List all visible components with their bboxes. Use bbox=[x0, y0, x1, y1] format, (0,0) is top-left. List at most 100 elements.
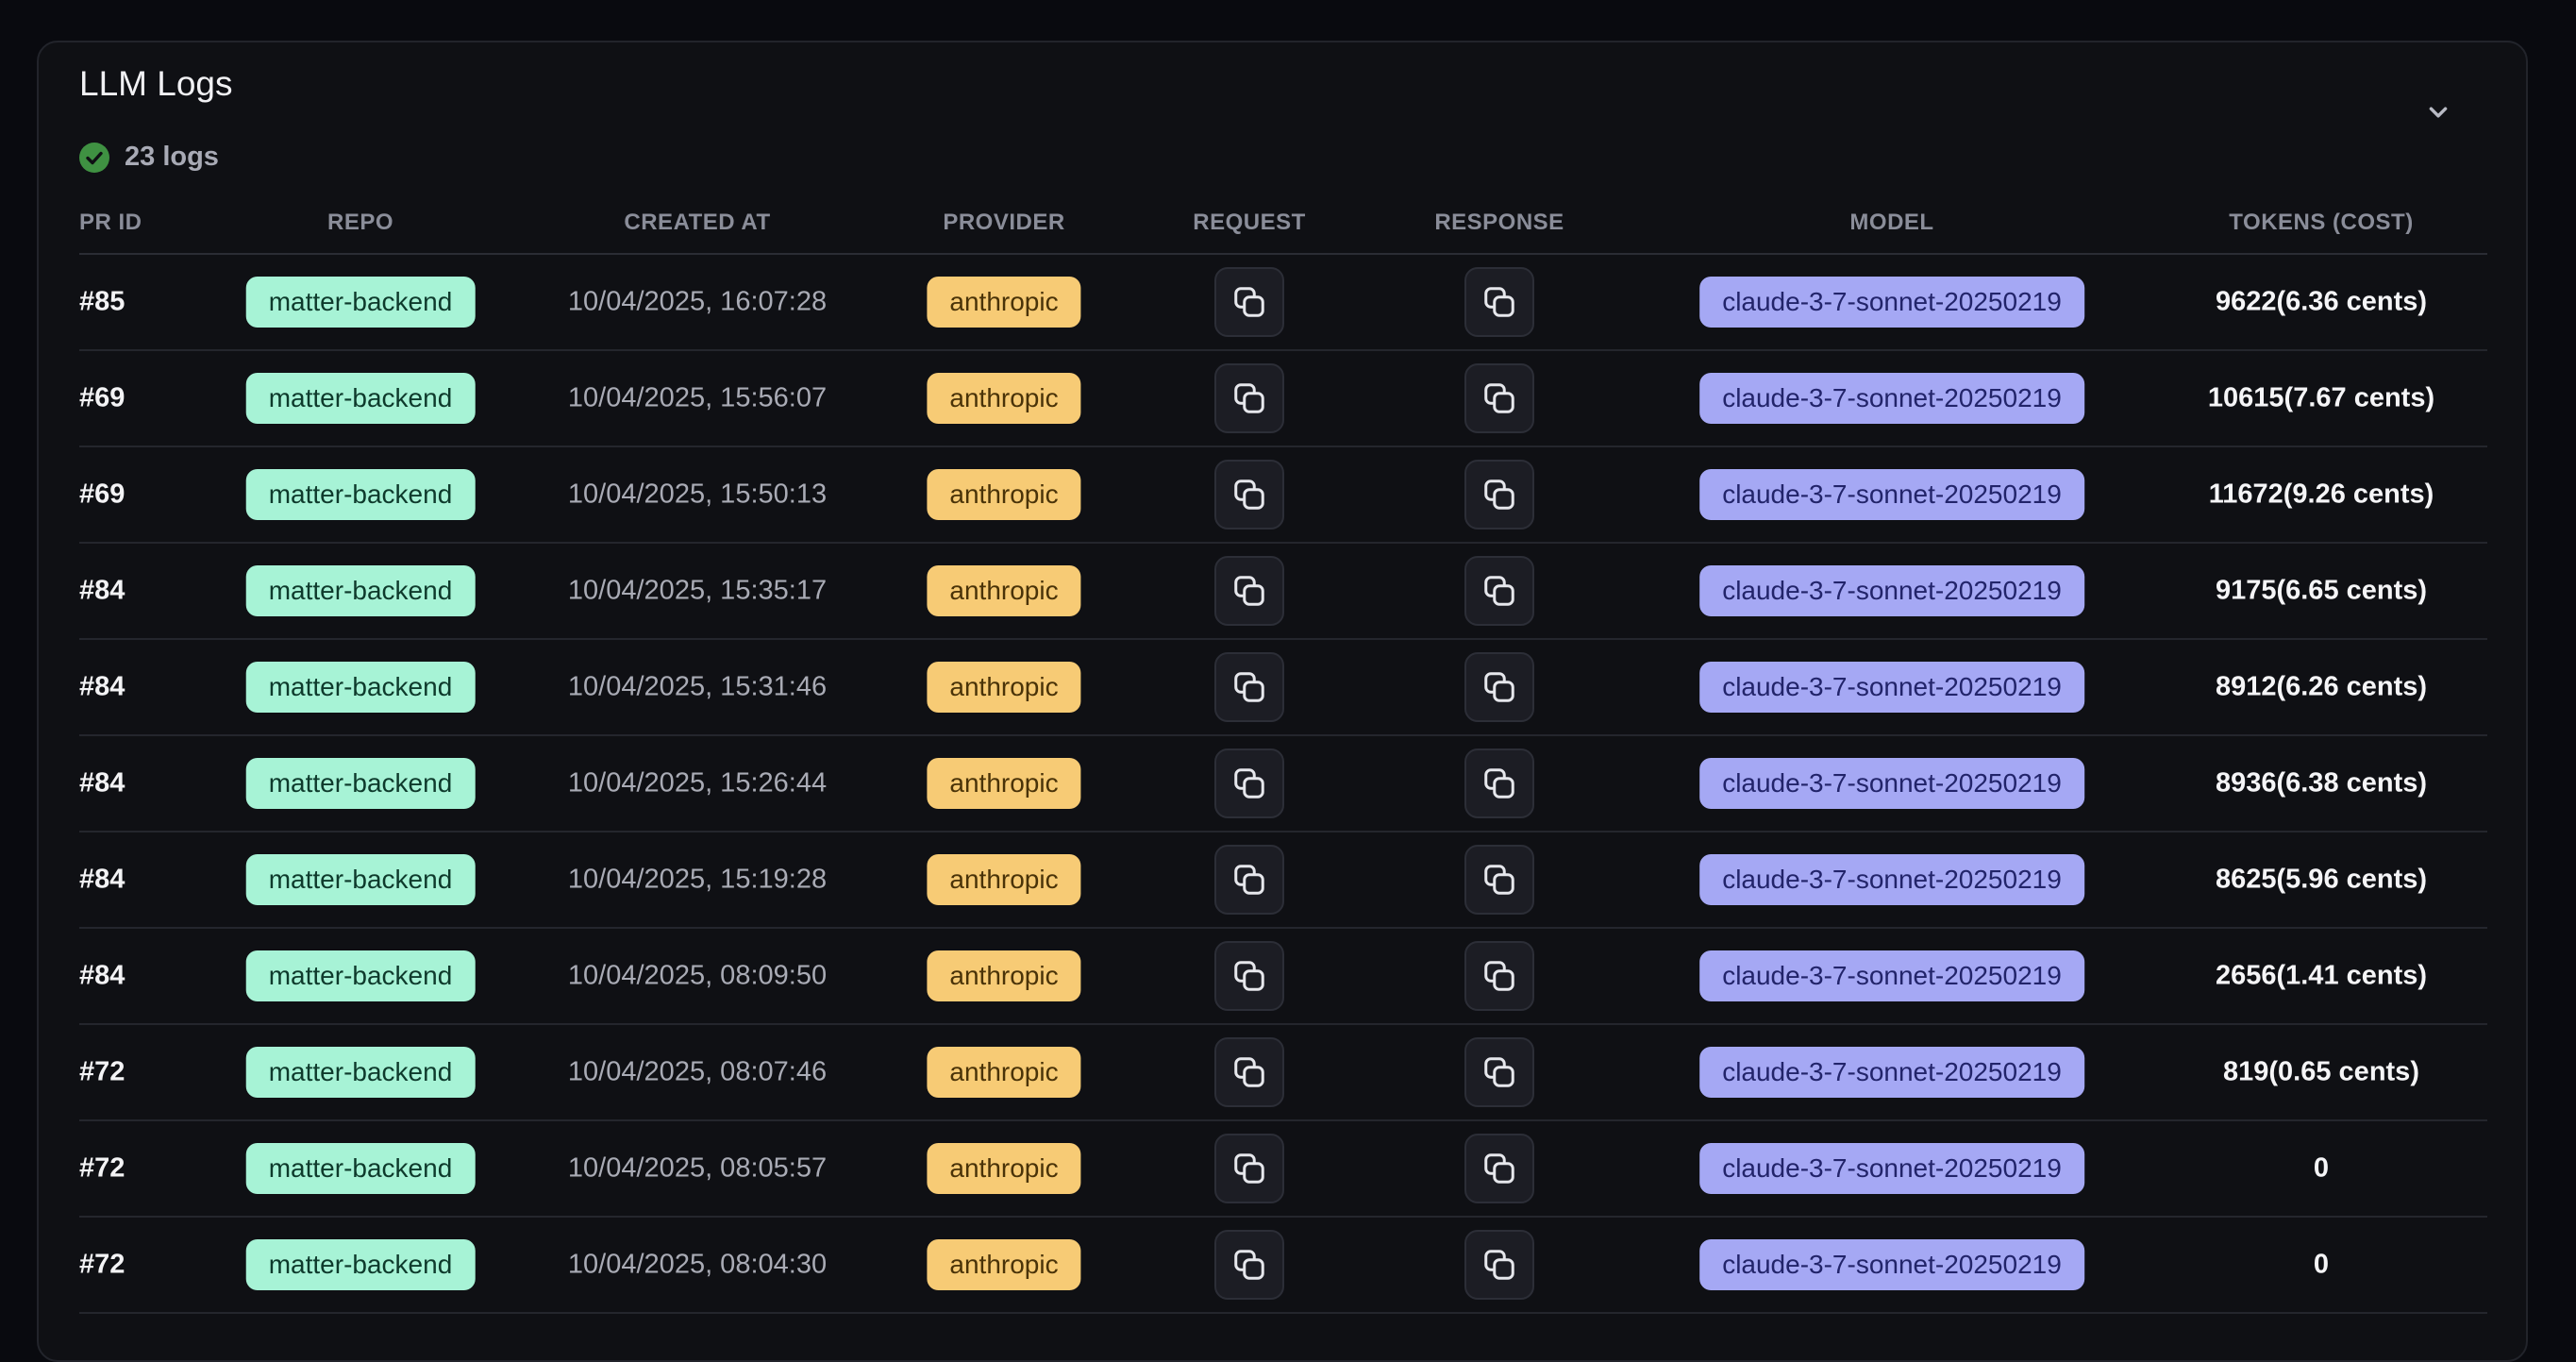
copy-response-button[interactable] bbox=[1464, 267, 1534, 337]
provider-badge: anthropic bbox=[927, 469, 1081, 520]
repo-badge: matter-backend bbox=[245, 1239, 476, 1290]
provider-badge: anthropic bbox=[927, 565, 1081, 616]
model-cell: claude-3-7-sonnet-20250219 bbox=[1699, 662, 2084, 713]
copy-icon bbox=[1232, 1152, 1266, 1185]
table-row[interactable]: #72 matter-backend 10/04/2025, 08:05:57 ant… bbox=[79, 1121, 2487, 1218]
pr-id: #72 bbox=[79, 1152, 125, 1184]
copy-request-button[interactable] bbox=[1214, 845, 1284, 915]
pr-id: #84 bbox=[79, 960, 125, 991]
table-row[interactable]: #72 matter-backend 10/04/2025, 08:07:46 ant… bbox=[79, 1025, 2487, 1121]
pr-id: #84 bbox=[79, 671, 125, 702]
tokens-cost: 8936(6.38 cents) bbox=[2215, 767, 2428, 799]
table-row[interactable]: #69 matter-backend 10/04/2025, 15:56:07 ant… bbox=[79, 351, 2487, 447]
copy-icon bbox=[1482, 574, 1516, 608]
created-at: 10/04/2025, 15:35:17 bbox=[567, 575, 828, 606]
table-row[interactable]: #84 matter-backend 10/04/2025, 15:19:28 ant… bbox=[79, 832, 2487, 929]
table-row[interactable]: #69 matter-backend 10/04/2025, 15:50:13 ant… bbox=[79, 447, 2487, 544]
repo-cell: matter-backend bbox=[245, 277, 476, 328]
copy-icon bbox=[1232, 1248, 1266, 1282]
copy-response-button[interactable] bbox=[1464, 556, 1534, 626]
provider-cell: anthropic bbox=[927, 565, 1081, 616]
header-col-model: MODEL bbox=[1849, 210, 1934, 235]
response-cell bbox=[1464, 652, 1534, 722]
repo-badge: matter-backend bbox=[245, 854, 476, 905]
tokens-cost: 10615(7.67 cents) bbox=[2207, 382, 2435, 413]
repo-cell: matter-backend bbox=[245, 950, 476, 1001]
copy-request-button[interactable] bbox=[1214, 1230, 1284, 1300]
table-row[interactable]: #84 matter-backend 10/04/2025, 15:31:46 ant… bbox=[79, 640, 2487, 736]
log-count-status: 23 logs bbox=[79, 142, 219, 173]
created-at: 10/04/2025, 08:04:30 bbox=[567, 1249, 828, 1280]
repo-cell: matter-backend bbox=[245, 1143, 476, 1194]
copy-request-button[interactable] bbox=[1214, 460, 1284, 530]
copy-response-button[interactable] bbox=[1464, 1037, 1534, 1107]
request-cell bbox=[1214, 1230, 1284, 1300]
response-cell bbox=[1464, 845, 1534, 915]
copy-response-button[interactable] bbox=[1464, 845, 1534, 915]
model-cell: claude-3-7-sonnet-20250219 bbox=[1699, 950, 2084, 1001]
collapse-button[interactable] bbox=[2417, 92, 2459, 133]
provider-badge: anthropic bbox=[927, 758, 1081, 809]
provider-cell: anthropic bbox=[927, 469, 1081, 520]
model-badge: claude-3-7-sonnet-20250219 bbox=[1699, 1239, 2084, 1290]
request-cell bbox=[1214, 1037, 1284, 1107]
copy-request-button[interactable] bbox=[1214, 1037, 1284, 1107]
copy-icon bbox=[1482, 863, 1516, 897]
copy-request-button[interactable] bbox=[1214, 652, 1284, 722]
copy-icon bbox=[1482, 1055, 1516, 1089]
copy-icon bbox=[1482, 959, 1516, 993]
table-row[interactable]: #84 matter-backend 10/04/2025, 15:26:44 ant… bbox=[79, 736, 2487, 832]
copy-icon bbox=[1232, 959, 1266, 993]
copy-response-button[interactable] bbox=[1464, 748, 1534, 818]
chevron-down-icon bbox=[2429, 107, 2448, 118]
repo-cell: matter-backend bbox=[245, 565, 476, 616]
table-row[interactable]: #72 matter-backend 10/04/2025, 08:04:30 ant… bbox=[79, 1218, 2487, 1314]
model-badge: claude-3-7-sonnet-20250219 bbox=[1699, 277, 2084, 328]
header-col-request: REQUEST bbox=[1193, 210, 1306, 235]
repo-cell: matter-backend bbox=[245, 662, 476, 713]
copy-icon bbox=[1232, 381, 1266, 415]
response-cell bbox=[1464, 460, 1534, 530]
copy-response-button[interactable] bbox=[1464, 1134, 1534, 1203]
table-row[interactable]: #85 matter-backend 10/04/2025, 16:07:28 ant… bbox=[79, 255, 2487, 351]
request-cell bbox=[1214, 941, 1284, 1011]
response-cell bbox=[1464, 363, 1534, 433]
repo-badge: matter-backend bbox=[245, 1143, 476, 1194]
pr-id: #72 bbox=[79, 1056, 125, 1087]
repo-cell: matter-backend bbox=[245, 854, 476, 905]
copy-request-button[interactable] bbox=[1214, 267, 1284, 337]
model-cell: claude-3-7-sonnet-20250219 bbox=[1699, 277, 2084, 328]
repo-badge: matter-backend bbox=[245, 277, 476, 328]
provider-cell: anthropic bbox=[927, 662, 1081, 713]
provider-badge: anthropic bbox=[927, 662, 1081, 713]
copy-request-button[interactable] bbox=[1214, 556, 1284, 626]
table-row[interactable]: #84 matter-backend 10/04/2025, 08:09:50 ant… bbox=[79, 929, 2487, 1025]
header-col-repo: REPO bbox=[326, 210, 394, 235]
repo-badge: matter-backend bbox=[245, 469, 476, 520]
copy-icon bbox=[1232, 766, 1266, 800]
provider-cell: anthropic bbox=[927, 758, 1081, 809]
provider-cell: anthropic bbox=[927, 854, 1081, 905]
response-cell bbox=[1464, 267, 1534, 337]
provider-cell: anthropic bbox=[927, 1047, 1081, 1098]
copy-request-button[interactable] bbox=[1214, 941, 1284, 1011]
copy-request-button[interactable] bbox=[1214, 363, 1284, 433]
created-at: 10/04/2025, 16:07:28 bbox=[567, 286, 828, 317]
copy-icon bbox=[1232, 574, 1266, 608]
model-badge: claude-3-7-sonnet-20250219 bbox=[1699, 1047, 2084, 1098]
copy-response-button[interactable] bbox=[1464, 652, 1534, 722]
repo-cell: matter-backend bbox=[245, 469, 476, 520]
panel-title: LLM Logs bbox=[79, 64, 233, 103]
copy-response-button[interactable] bbox=[1464, 1230, 1534, 1300]
copy-response-button[interactable] bbox=[1464, 941, 1534, 1011]
table-row[interactable]: #84 matter-backend 10/04/2025, 15:35:17 ant… bbox=[79, 544, 2487, 640]
copy-response-button[interactable] bbox=[1464, 460, 1534, 530]
model-badge: claude-3-7-sonnet-20250219 bbox=[1699, 662, 2084, 713]
copy-request-button[interactable] bbox=[1214, 748, 1284, 818]
tokens-cost: 0 bbox=[2313, 1249, 2330, 1280]
tokens-cost: 9175(6.65 cents) bbox=[2215, 575, 2428, 606]
copy-response-button[interactable] bbox=[1464, 363, 1534, 433]
pr-id: #69 bbox=[79, 479, 125, 510]
request-cell bbox=[1214, 748, 1284, 818]
copy-request-button[interactable] bbox=[1214, 1134, 1284, 1203]
